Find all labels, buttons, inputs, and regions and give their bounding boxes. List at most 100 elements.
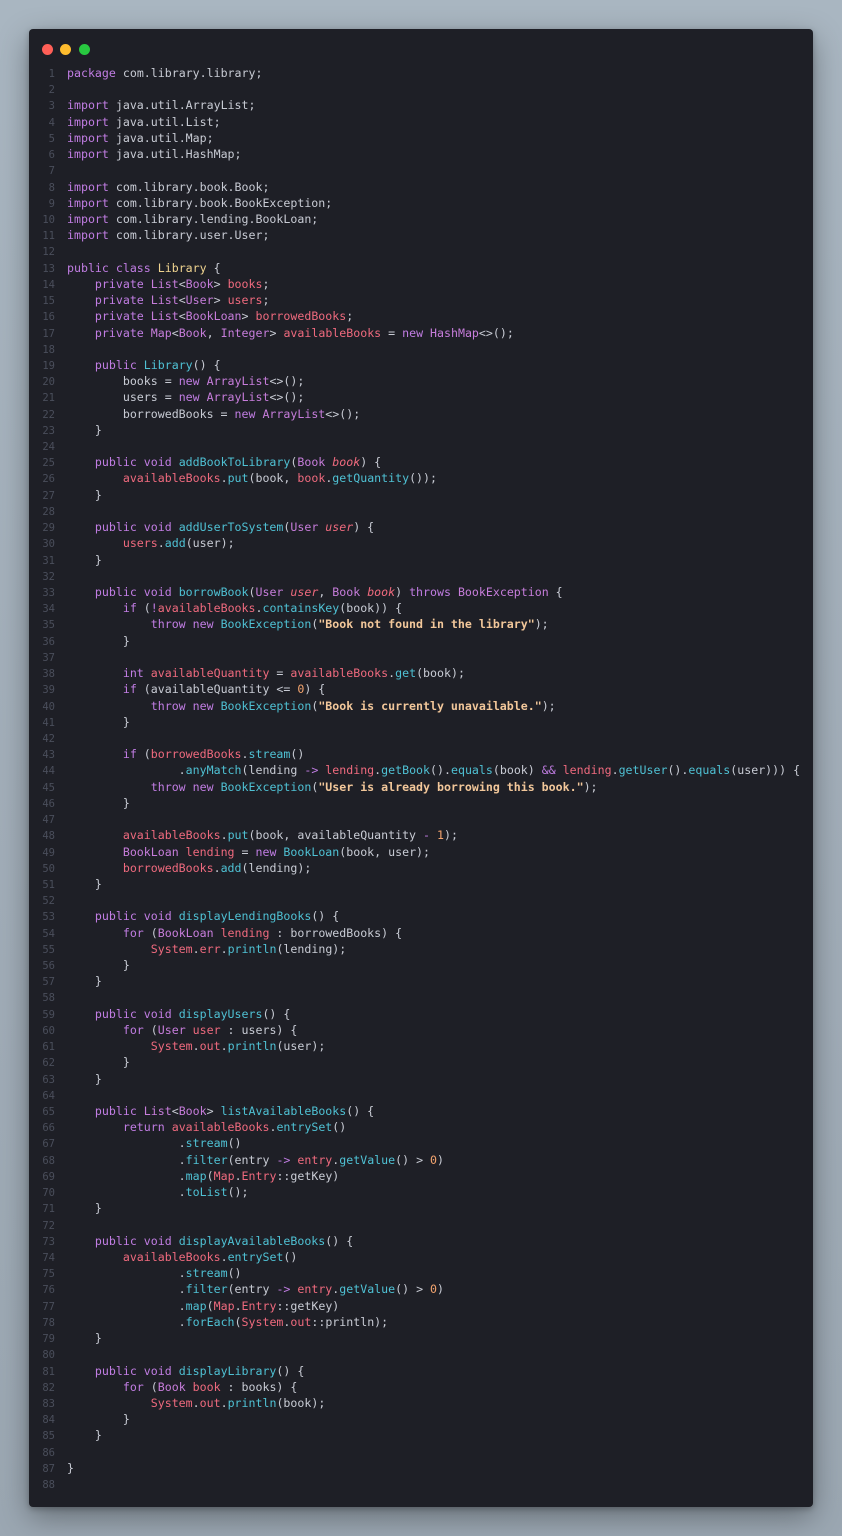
code-token: =: [381, 325, 403, 340]
line-number: 17: [42, 327, 55, 340]
code-line: 63 }: [29, 1071, 813, 1087]
code-line: 29 public void addUserToSystem(User user…: [29, 519, 813, 535]
code-line: 34 if (!availableBooks.containsKey(book)…: [29, 600, 813, 616]
line-number: 7: [48, 165, 55, 178]
code-token: Entry: [241, 1298, 277, 1313]
line-number: 25: [42, 457, 55, 470]
code-token: List: [150, 276, 179, 291]
code-token: }: [67, 633, 130, 648]
code-token: .: [611, 763, 619, 778]
line-number: 63: [42, 1073, 55, 1086]
code-token: displayAvailableBooks: [178, 1233, 326, 1248]
code-token: toList: [185, 1185, 228, 1200]
code-token: public void: [94, 455, 179, 470]
code-token: }: [67, 876, 102, 891]
line-number: 88: [42, 1479, 55, 1492]
code-line: 54 for (BookLoan lending : borrowedBooks…: [29, 925, 813, 941]
code-token: getUser: [618, 763, 668, 778]
code-token: availableBooks: [122, 828, 221, 843]
code-token: (lending);: [241, 860, 312, 875]
minimize-dot-icon[interactable]: [60, 44, 71, 55]
code-token: public: [94, 357, 144, 372]
close-dot-icon[interactable]: [42, 44, 53, 55]
code-line: 56 }: [29, 957, 813, 973]
code-token: &&: [541, 763, 556, 778]
line-number: 15: [42, 295, 55, 308]
code-token: entry: [297, 1152, 333, 1167]
code-line: 21 users = new ArrayList<>();: [29, 389, 813, 405]
code-line: 78 .forEach(System.out::println);: [29, 1314, 813, 1330]
line-number: 56: [42, 960, 55, 973]
line-number: 11: [42, 230, 55, 243]
line-number: 1: [48, 68, 55, 80]
code-token: ): [395, 585, 410, 599]
code-token: Library: [157, 260, 207, 275]
code-token: equals: [450, 763, 493, 778]
code-token: );: [541, 698, 556, 713]
line-number: 20: [42, 376, 55, 389]
code-token: () {: [346, 1104, 375, 1118]
maximize-dot-icon[interactable]: [79, 44, 90, 55]
code-token: (book);: [416, 666, 465, 681]
line-number: 43: [42, 749, 55, 762]
code-token: -: [423, 828, 431, 843]
code-line: 25 public void addBookToLibrary(Book boo…: [29, 454, 813, 470]
code-token: (: [143, 747, 151, 762]
code-token: .: [234, 1168, 242, 1183]
code-token: BookLoan: [283, 844, 340, 859]
code-token: import: [67, 147, 109, 162]
code-token: .: [67, 1298, 186, 1313]
code-token: java.util.ArrayList;: [108, 98, 256, 113]
code-token: get: [395, 666, 417, 681]
code-token: User: [185, 293, 214, 308]
code-token: 1: [437, 828, 444, 843]
code-token: >: [269, 325, 284, 340]
code-line: 40 throw new BookException("Book is curr…: [29, 698, 813, 714]
code-line: 3 import java.util.ArrayList;: [29, 97, 813, 113]
code-token: map: [185, 1168, 207, 1183]
code-line: 74 availableBooks.entrySet(): [29, 1249, 813, 1265]
code-token: int: [122, 666, 151, 681]
code-token: displayLibrary: [178, 1363, 277, 1378]
code-line: 83 System.out.println(book);: [29, 1395, 813, 1411]
code-token: books =: [67, 374, 179, 389]
code-token: List: [143, 1104, 172, 1118]
line-number: 76: [42, 1284, 55, 1297]
code-token: (book,: [248, 471, 298, 486]
code-token: BookLoan: [157, 925, 221, 940]
line-number: 23: [42, 424, 55, 437]
code-token: {: [206, 260, 221, 275]
code-token: import: [67, 98, 109, 113]
code-token: private: [94, 293, 151, 308]
line-number: 33: [42, 587, 55, 599]
code-line: 53 public void displayLendingBooks() {: [29, 908, 813, 924]
code-line: 73 public void displayAvailableBooks() {: [29, 1233, 813, 1249]
code-token: .: [67, 1136, 186, 1151]
code-token: book: [332, 455, 361, 470]
code-token: entrySet: [276, 1120, 333, 1135]
code-token: users =: [67, 390, 179, 405]
code-token: availableBooks: [157, 601, 256, 616]
code-token: Book: [185, 276, 214, 291]
line-number: 16: [42, 311, 55, 324]
code-token: (user);: [185, 536, 235, 551]
code-token: import: [67, 228, 109, 243]
code-line: 26 availableBooks.put(book, book.getQuan…: [29, 470, 813, 486]
code-token: book: [192, 1379, 221, 1394]
code-token: ->: [276, 1282, 291, 1297]
code-token: user: [325, 520, 354, 535]
line-number: 72: [42, 1219, 55, 1232]
line-number: 79: [42, 1333, 55, 1346]
code-line: 24: [29, 438, 813, 454]
code-token: <>();: [269, 374, 305, 389]
line-number: 58: [42, 992, 55, 1005]
code-token: .: [192, 1039, 200, 1054]
